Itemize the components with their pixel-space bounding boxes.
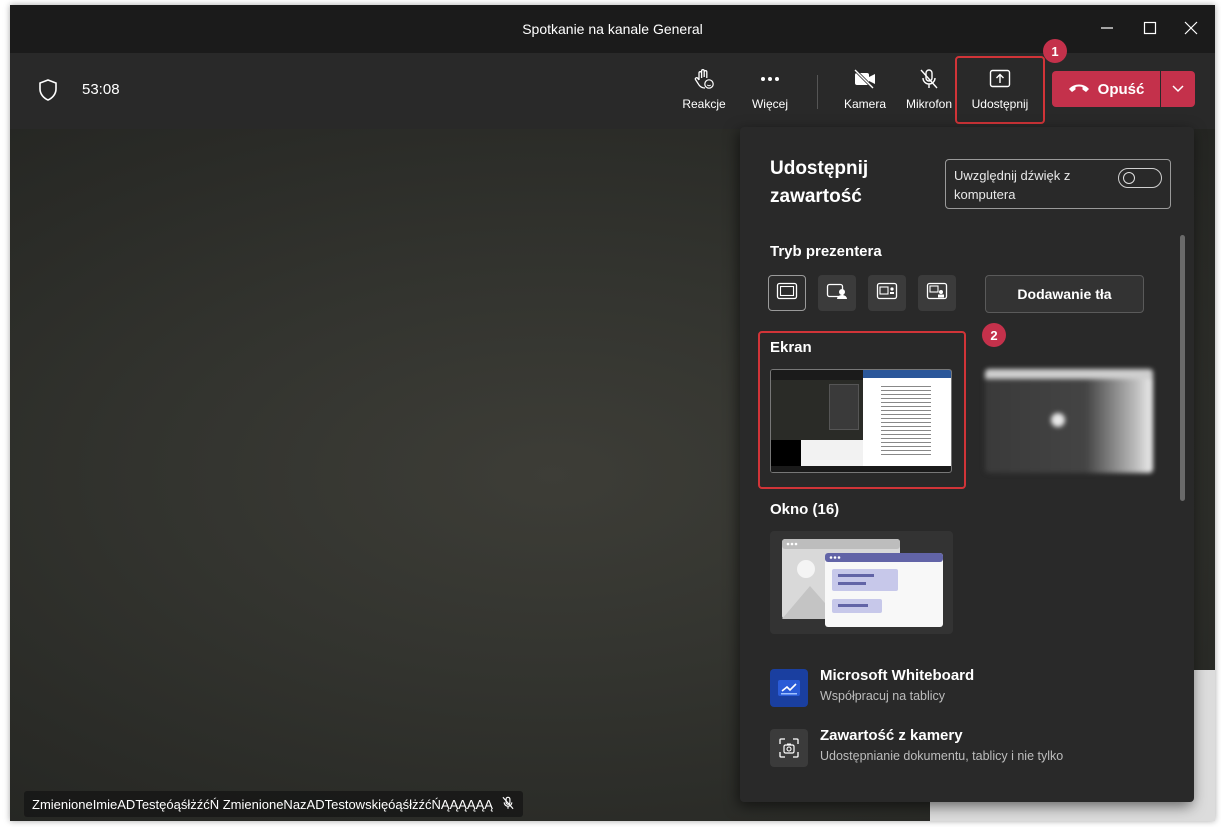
toolbar-divider	[817, 75, 818, 109]
meeting-timer: 53:08	[82, 81, 120, 98]
camera-content-desc: Udostępnianie dokumentu, tablicy i nie t…	[820, 749, 1064, 763]
more-button[interactable]: Więcej	[748, 67, 792, 119]
participant-name-tag: ZmienioneImieADTestęóąśłżźćŃ ZmienioneNa…	[24, 791, 523, 817]
whiteboard-option[interactable]: Microsoft Whiteboard Współpracuj na tabl…	[770, 667, 1170, 711]
microphone-label: Mikrofon	[905, 97, 952, 111]
maximize-icon[interactable]	[1141, 19, 1159, 37]
presenter-mode-side-by-side[interactable]	[868, 275, 906, 311]
share-content-panel: Udostępnij zawartość Uwzględnij dźwięk z…	[740, 127, 1194, 802]
window-title: Spotkanie na kanale General	[522, 21, 703, 37]
title-bar: Spotkanie na kanale General	[10, 5, 1215, 53]
presenter-mode-standout[interactable]	[818, 275, 856, 311]
include-audio-label: Uwzględnij dźwięk z komputera	[954, 168, 1071, 202]
camera-content-icon	[770, 729, 808, 767]
leave-label: Opuść	[1097, 80, 1145, 98]
reactions-label: Reakcje	[682, 97, 726, 111]
window-share-thumbnail[interactable]	[770, 531, 953, 634]
thumb-taskbar	[771, 466, 951, 472]
annotation-box-1	[955, 56, 1045, 124]
screen-2-thumbnail[interactable]	[985, 369, 1153, 473]
participant-name: ZmienioneImieADTestęóąśłżźćŃ ZmienioneNa…	[32, 796, 493, 812]
meeting-toolbar: 53:08 Reakcje Więcej Kamera Mikrofon Udo…	[10, 39, 1215, 129]
leave-button[interactable]: Opuść	[1052, 71, 1160, 107]
annotation-badge-2: 2	[982, 323, 1006, 347]
chevron-down-icon	[1172, 80, 1184, 98]
reporter-icon	[926, 282, 948, 305]
screen-section-title: Ekran	[770, 339, 812, 356]
standout-icon	[826, 282, 848, 305]
camera-off-icon	[853, 67, 877, 91]
thumb-toolbar	[771, 370, 863, 380]
presenter-mode-reporter[interactable]	[918, 275, 956, 311]
muted-mic-icon	[501, 796, 515, 813]
microphone-button[interactable]: Mikrofon	[900, 67, 958, 119]
microphone-off-icon	[917, 67, 941, 91]
teams-meeting-window: Spotkanie na kanale General 53:08 Reakcj…	[10, 5, 1215, 821]
screen-1-thumbnail[interactable]	[770, 369, 952, 473]
camera-content-name: Zawartość z kamery	[820, 727, 963, 744]
camera-button[interactable]: Kamera	[840, 67, 890, 119]
thumb2-dot	[1051, 413, 1065, 427]
whiteboard-desc: Współpracuj na tablicy	[820, 689, 946, 703]
more-label: Więcej	[751, 97, 788, 111]
leave-options-button[interactable]	[1161, 71, 1195, 107]
presenter-mode-content-only[interactable]	[768, 275, 806, 311]
camera-label: Kamera	[843, 97, 887, 111]
thumb-word-text	[881, 386, 931, 456]
reactions-button[interactable]: Reakcje	[680, 67, 728, 119]
hang-up-icon	[1068, 81, 1090, 98]
thumb-panel	[829, 384, 859, 430]
whiteboard-icon	[770, 669, 808, 707]
thumb2-top-bar	[985, 369, 1153, 379]
thumb-word-ribbon	[863, 370, 951, 378]
camera-content-option[interactable]: Zawartość z kamery Udostępnianie dokumen…	[770, 727, 1170, 771]
share-panel-title: Udostępnij zawartość	[770, 158, 869, 207]
raise-hand-icon	[692, 67, 716, 91]
whiteboard-name: Microsoft Whiteboard	[820, 667, 975, 684]
presenter-mode-title: Tryb prezentera	[770, 243, 882, 260]
windows-illustration-icon	[782, 539, 943, 627]
toggle-knob	[1123, 172, 1135, 184]
include-audio-toggle-box[interactable]: Uwzględnij dźwięk z komputera	[945, 159, 1171, 209]
minimize-icon[interactable]	[1098, 19, 1116, 37]
window-section-title: Okno (16)	[770, 501, 840, 518]
more-dots-icon	[758, 67, 782, 91]
content-only-icon	[776, 282, 798, 305]
side-by-side-icon	[876, 282, 898, 305]
include-audio-toggle[interactable]	[1118, 168, 1162, 188]
shield-icon	[38, 79, 58, 106]
add-background-button[interactable]: Dodawanie tła	[985, 275, 1144, 313]
annotation-badge-1: 1	[1043, 39, 1067, 63]
close-icon[interactable]	[1182, 19, 1200, 37]
panel-scrollbar[interactable]	[1180, 235, 1185, 501]
